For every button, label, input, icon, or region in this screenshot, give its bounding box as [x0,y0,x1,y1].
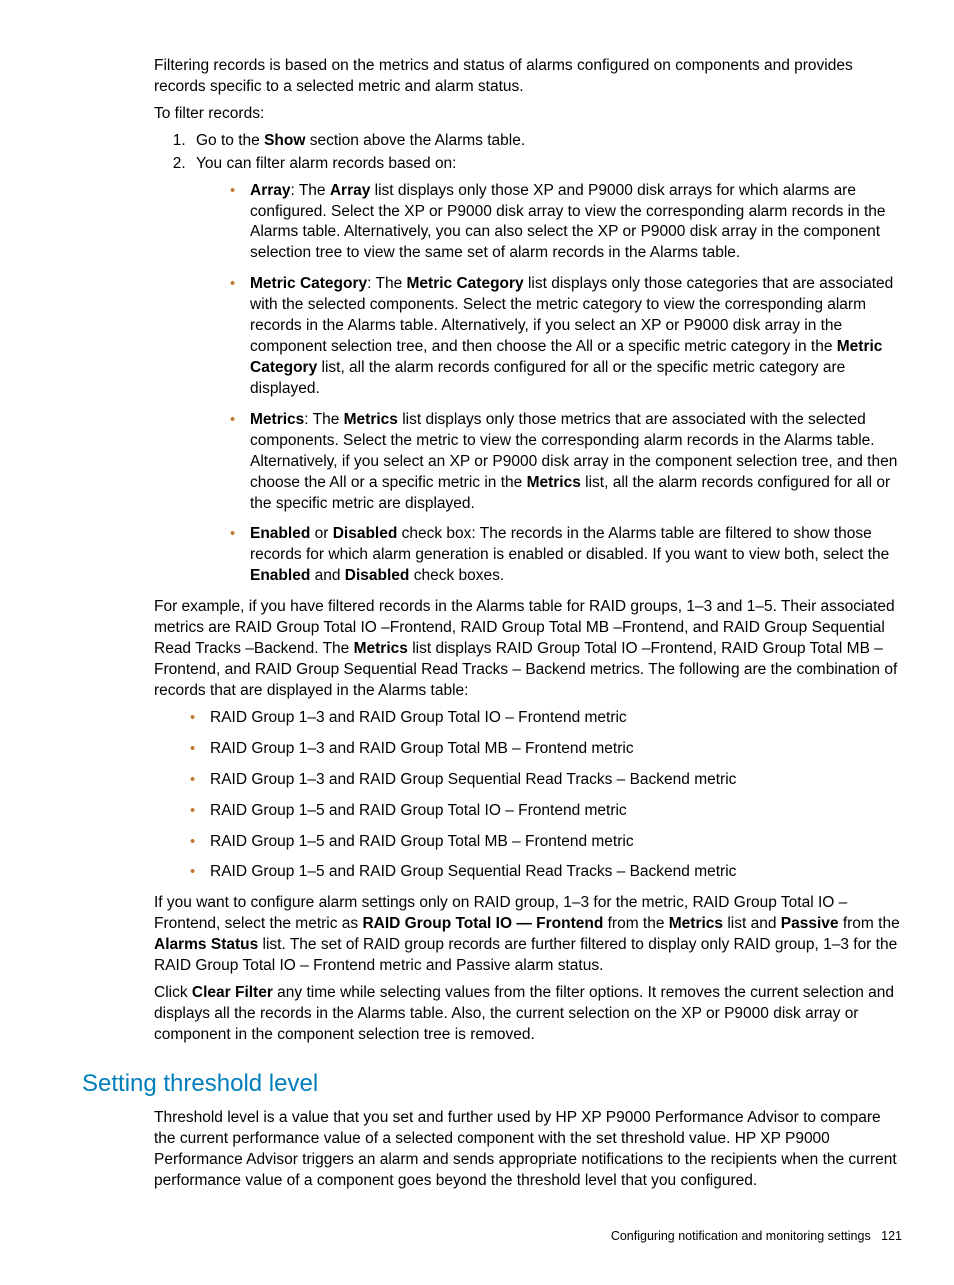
clear-filter-paragraph: Click Clear Filter any time while select… [154,983,902,1046]
step2-text: You can filter alarm records based on: [196,155,457,172]
en-t3: and [310,567,344,584]
array-b1: Array [250,182,291,199]
bullet-metric-category: Metric Category: The Metric Category lis… [230,274,902,400]
en-t1: or [310,525,332,542]
list-item: RAID Group 1–3 and RAID Group Total IO –… [190,708,902,729]
mc-b2: Metric Category [407,275,524,292]
example-paragraph: For example, if you have filtered record… [154,597,902,702]
cfg-t3: list and [723,915,781,932]
bullet-metrics: Metrics: The Metrics list displays only … [230,410,902,515]
cfg-b3: Passive [781,915,839,932]
threshold-paragraph: Threshold level is a value that you set … [154,1108,902,1192]
bullet-enabled: Enabled or Disabled check box: The recor… [230,524,902,587]
list-item: RAID Group 1–5 and RAID Group Sequential… [190,862,902,883]
cfg-b4: Alarms Status [154,936,258,953]
en-b2: Disabled [333,525,398,542]
list-item: RAID Group 1–5 and RAID Group Total MB –… [190,832,902,853]
steps-list: Go to the Show section above the Alarms … [154,131,902,587]
list-item: RAID Group 1–3 and RAID Group Sequential… [190,770,902,791]
cfg-t5: list. The set of RAID group records are … [154,936,897,974]
cfg-b2: Metrics [669,915,723,932]
bullet-array: Array: The Array list displays only thos… [230,181,902,265]
filter-options-list: Array: The Array list displays only thos… [196,181,902,588]
list-item: RAID Group 1–3 and RAID Group Total MB –… [190,739,902,760]
ex-b1: Metrics [354,640,408,657]
step-2: You can filter alarm records based on: A… [190,154,902,588]
step1-bold: Show [264,132,305,149]
en-t4: check boxes. [409,567,504,584]
met-b3: Metrics [527,474,581,491]
en-b3: Enabled [250,567,310,584]
combo-list: RAID Group 1–3 and RAID Group Total IO –… [154,708,902,884]
step1-pre: Go to the [196,132,264,149]
met-b1: Metrics [250,411,304,428]
en-b4: Disabled [345,567,410,584]
clr-b1: Clear Filter [192,984,273,1001]
met-t1: : The [304,411,343,428]
clr-t1: Click [154,984,192,1001]
footer-page-number: 121 [881,1229,902,1243]
threshold-content: Threshold level is a value that you set … [154,1108,902,1192]
mc-t1: : The [367,275,406,292]
body-content: Filtering records is based on the metric… [154,56,902,1046]
cfg-t4: from the [839,915,900,932]
array-t1: : The [291,182,330,199]
page-footer: Configuring notification and monitoring … [82,1228,902,1245]
en-b1: Enabled [250,525,310,542]
met-b2: Metrics [344,411,398,428]
step1-post: section above the Alarms table. [305,132,525,149]
section-heading-threshold: Setting threshold level [82,1068,902,1100]
config-paragraph: If you want to configure alarm settings … [154,893,902,977]
mc-b1: Metric Category [250,275,367,292]
to-filter-line: To filter records: [154,104,902,125]
list-item: RAID Group 1–5 and RAID Group Total IO –… [190,801,902,822]
mc-t3: list, all the alarm records configured f… [250,359,845,397]
cfg-b1: RAID Group Total IO — Frontend [362,915,603,932]
cfg-t2: from the [603,915,668,932]
array-b2: Array [330,182,371,199]
step-1: Go to the Show section above the Alarms … [190,131,902,152]
footer-text: Configuring notification and monitoring … [611,1229,871,1243]
intro-paragraph: Filtering records is based on the metric… [154,56,902,98]
